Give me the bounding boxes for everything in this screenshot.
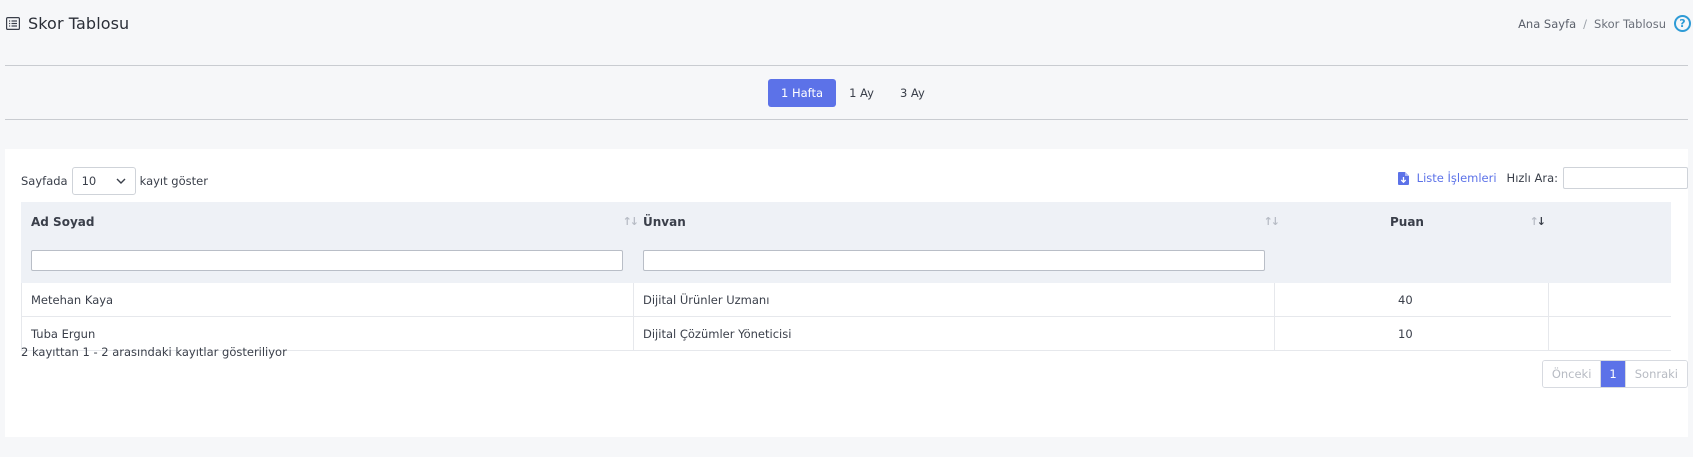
cell-title: Dijital Çözümler Yöneticisi <box>643 327 792 341</box>
period-tab-1-ay[interactable]: 1 Ay <box>836 79 887 107</box>
page-size-suffix: kayıt göster <box>139 174 208 188</box>
cell-score: 10 <box>1398 327 1413 341</box>
cell-title: Dijital Ürünler Uzmanı <box>643 293 770 307</box>
column-header-score[interactable]: Puan ↑↓ <box>1274 202 1548 283</box>
quick-search-label: Hızlı Ara: <box>1506 171 1558 185</box>
page-title-wrap: Skor Tablosu <box>6 14 129 33</box>
file-download-icon <box>1397 171 1409 185</box>
table-body: Metehan Kaya Dijital Ürünler Uzmanı 40 T… <box>21 283 1671 351</box>
period-tab-1-hafta[interactable]: 1 Hafta <box>768 79 837 107</box>
page-number-button[interactable]: 1 <box>1601 361 1625 387</box>
quick-search-input[interactable] <box>1563 167 1688 189</box>
previous-page-button[interactable]: Önceki <box>1542 361 1602 387</box>
page-size-value: 10 <box>81 174 97 188</box>
column-divider <box>1274 283 1275 317</box>
table-header: Ad Soyad ↑↓ Ünvan ↑↓ Puan ↑↓ <box>21 202 1671 283</box>
pagination: Önceki 1 Sonraki <box>1541 360 1688 388</box>
table-info: 2 kayıttan 1 - 2 arasındaki kayıtlar gös… <box>21 345 287 359</box>
filter-input-title[interactable] <box>643 250 1265 271</box>
breadcrumb: Ana Sayfa / Skor Tablosu ? <box>1518 15 1693 32</box>
column-header-name[interactable]: Ad Soyad ↑↓ <box>21 202 639 283</box>
list-operations-label: Liste İşlemleri <box>1416 171 1497 185</box>
chevron-down-icon <box>116 178 126 184</box>
cell-name: Metehan Kaya <box>31 293 114 307</box>
sort-desc-icon: ↑↓ <box>1529 215 1547 228</box>
period-tab-3-ay[interactable]: 3 Ay <box>887 79 938 107</box>
score-table: Ad Soyad ↑↓ Ünvan ↑↓ Puan ↑↓ Metehan Kay… <box>21 202 1671 351</box>
page-size-control: Sayfada 10 kayıt göster <box>21 167 208 195</box>
scoreboard-card: Sayfada 10 kayıt göster Liste İşlemleri … <box>5 149 1688 437</box>
column-divider <box>633 283 634 317</box>
table-tools: Liste İşlemleri Hızlı Ara: <box>1397 167 1688 189</box>
breadcrumb-current: Skor Tablosu <box>1594 16 1666 31</box>
column-header-title-label: Ünvan <box>643 215 686 229</box>
period-tabs: 1 Hafta 1 Ay 3 Ay <box>768 79 938 107</box>
page-size-select[interactable]: 10 <box>71 167 136 195</box>
breadcrumb-home-link[interactable]: Ana Sayfa <box>1518 17 1576 31</box>
list-icon <box>6 17 20 30</box>
breadcrumb-separator: / <box>1583 16 1588 31</box>
column-divider <box>1274 317 1275 351</box>
help-icon[interactable]: ? <box>1674 15 1691 32</box>
page-title: Skor Tablosu <box>28 14 130 33</box>
page-header: Skor Tablosu Ana Sayfa / Skor Tablosu ? <box>0 0 1693 50</box>
column-header-score-label: Puan <box>1390 215 1424 229</box>
column-header-title[interactable]: Ünvan ↑↓ <box>633 202 1280 283</box>
column-header-name-label: Ad Soyad <box>31 215 95 229</box>
divider-top <box>5 65 1688 66</box>
table-row[interactable]: Metehan Kaya Dijital Ürünler Uzmanı 40 <box>21 283 1671 317</box>
next-page-button[interactable]: Sonraki <box>1624 361 1687 387</box>
list-operations-button[interactable]: Liste İşlemleri <box>1397 171 1497 185</box>
column-divider <box>633 317 634 351</box>
divider-bottom <box>5 119 1688 120</box>
filter-input-name[interactable] <box>31 250 623 271</box>
page-size-prefix: Sayfada <box>21 174 68 188</box>
cell-score: 40 <box>1398 293 1413 307</box>
